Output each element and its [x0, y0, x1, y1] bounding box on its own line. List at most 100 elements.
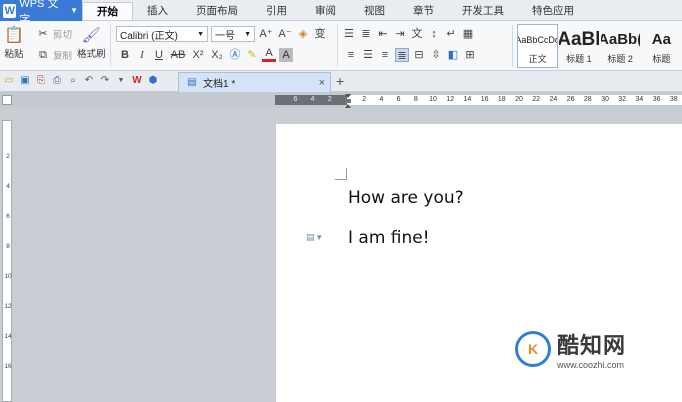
format-painter-button[interactable]: 🖌 格式刷 [77, 26, 106, 60]
menu-tab[interactable]: 视图 [350, 0, 399, 20]
clear-format-icon[interactable]: ◈ [296, 27, 310, 41]
increase-indent-icon[interactable]: ⇥ [393, 27, 407, 41]
distribute-icon[interactable]: ⊟ [412, 48, 426, 62]
style-item[interactable]: AaBl 标题 1 [558, 24, 599, 68]
cut-button[interactable]: ✂ 剪切 [36, 25, 72, 43]
highlight-icon[interactable]: ✎ [245, 48, 259, 62]
char-shading-icon[interactable]: A [279, 48, 293, 62]
clipboard-icon: 📋 [4, 27, 24, 44]
menu-tab[interactable]: 章节 [399, 0, 448, 20]
bullet-list-icon[interactable]: ☰ [342, 27, 356, 41]
ruler-tick-label: 22 [532, 96, 541, 103]
menu-tab[interactable]: 开始 [82, 2, 133, 20]
font-name-select[interactable]: Calibri (正文) ▼ [116, 26, 208, 42]
menu-tab[interactable]: 审阅 [301, 0, 350, 20]
shading-icon[interactable]: ◧ [446, 48, 460, 62]
show-marks-icon[interactable]: ↵ [444, 27, 458, 41]
menu-tab[interactable]: 引用 [252, 0, 301, 20]
strikethrough-button[interactable]: AB [169, 48, 187, 62]
ribbon-divider [110, 25, 111, 67]
align-center-icon[interactable]: ☰ [361, 48, 375, 62]
save-icon[interactable]: ▣ [18, 74, 32, 88]
chevron-down-icon[interactable]: ▼ [114, 74, 128, 88]
ruler-tick-label: 38 [669, 96, 678, 103]
wps-home-icon[interactable]: W [130, 74, 144, 88]
open-folder-icon[interactable]: ▭ [2, 74, 16, 88]
document-line[interactable]: How are you? [348, 188, 464, 208]
menu-tab[interactable]: 页面布局 [182, 0, 252, 20]
cloud-doc-icon[interactable]: ⬢ [146, 74, 160, 88]
quick-access-toolbar: ▭ ▣ ⎘ ⎙ ⌕ ↶ ↷ ▼ W ⬢ [0, 74, 160, 88]
paragraph-row-1: ☰ ≣ ⇤ ⇥ 文 ↕ ↵ ▦ [342, 25, 475, 43]
paragraph-handle-icon[interactable]: ▤ ▾ [306, 232, 322, 243]
text-direction-icon[interactable]: ↕ [427, 27, 441, 41]
scissors-icon: ✂ [38, 28, 48, 40]
watermark: K 酷知网 www.coozhi.com [515, 320, 655, 378]
redo-icon[interactable]: ↷ [98, 74, 112, 88]
ruler-tick-label: 18 [497, 96, 506, 103]
chinese-layout-icon[interactable]: 文 [410, 27, 424, 41]
paste-button[interactable]: 📋 粘贴 [4, 26, 24, 60]
menu-tabs: 开始 插入 页面布局 引用 审阅 视图 章节 开发工具 特色应用 [82, 0, 588, 20]
justify-icon[interactable]: ≣ [395, 48, 409, 62]
ribbon: 📋 粘贴 ✂ 剪切 ⧉ 复制 🖌 格式刷 Calibri (正文) ▼ 一号 ▼… [0, 21, 682, 71]
brush-icon: 🖌 [81, 27, 101, 44]
ruler-tick-label: 10 [429, 96, 437, 103]
align-right-icon[interactable]: ≡ [378, 48, 392, 62]
border-icon[interactable]: ⊞ [463, 48, 477, 62]
paste-label: 粘贴 [4, 49, 24, 60]
watermark-url: www.coozhi.com [557, 360, 625, 370]
menu-tab[interactable]: 特色应用 [518, 0, 588, 20]
print-preview-icon[interactable]: ⌕ [66, 74, 80, 88]
style-sample: AaBl [558, 29, 600, 50]
horizontal-ruler[interactable]: 6 4 2 2 4 6 8 10 12 14 16 18 20 22 24 26 28 30 32 34 36 38 [275, 95, 682, 105]
shrink-font-icon[interactable]: A⁻ [277, 27, 293, 41]
decrease-indent-icon[interactable]: ⇤ [376, 27, 390, 41]
style-item[interactable]: Aa 标题 [641, 24, 682, 68]
new-tab-button[interactable]: + [336, 73, 344, 89]
copy-button[interactable]: ⧉ 复制 [36, 46, 72, 64]
menu-bar: W WPS 文字 ▼ 开始 插入 页面布局 引用 审阅 视图 章节 开发工具 特色应用 [0, 0, 682, 26]
font-size-select[interactable]: 一号 ▼ [211, 26, 255, 42]
styles-gallery: AaBbCcDd 正文 AaBl 标题 1 AaBb(标题 2 Aa 标题 [517, 24, 682, 68]
table-icon[interactable]: ▦ [461, 27, 475, 41]
align-left-icon[interactable]: ≡ [344, 48, 358, 62]
superscript-button[interactable]: X² [190, 48, 206, 62]
underline-button[interactable]: U [152, 48, 166, 62]
menu-tab[interactable]: 开发工具 [448, 0, 518, 20]
paragraph-row-2: ≡ ☰ ≡ ≣ ⊟ ⇳ ◧ ⊞ [344, 46, 477, 64]
bold-button[interactable]: B [118, 48, 132, 62]
menu-tab[interactable]: 插入 [133, 0, 182, 20]
ruler-tick-label: 32 [618, 96, 627, 103]
ruler-tick-label: 4 [379, 96, 384, 103]
chevron-down-icon: ▼ [197, 30, 204, 38]
style-item[interactable]: AaBbCcDd 正文 [517, 24, 559, 68]
line-spacing-icon[interactable]: ⇳ [429, 48, 443, 62]
ruler-tick-label: 12 [4, 303, 12, 310]
numbered-list-icon[interactable]: ≣ [359, 27, 373, 41]
undo-icon[interactable]: ↶ [82, 74, 96, 88]
ruler-tick-label: 2 [327, 96, 332, 103]
print-icon[interactable]: ⎙ [50, 74, 64, 88]
watermark-logo: K [515, 331, 551, 367]
italic-button[interactable]: I [135, 48, 149, 62]
export-pdf-icon[interactable]: ⎘ [34, 74, 48, 88]
document-tab[interactable]: ▤ 文档1 * × [178, 72, 331, 92]
style-name: 正文 [528, 54, 547, 64]
indent-marker[interactable] [345, 94, 351, 108]
font-color-button[interactable]: A [262, 48, 276, 62]
text-effect-icon[interactable]: Ⓐ [228, 48, 242, 62]
phonetic-icon[interactable]: 变 [313, 27, 327, 41]
style-name: 标题 [652, 54, 671, 64]
subscript-button[interactable]: X₂ [209, 48, 225, 62]
style-item[interactable]: AaBb(标题 2 [600, 24, 641, 68]
copy-icon: ⧉ [39, 49, 47, 61]
wps-logo-icon: W [3, 3, 17, 18]
grow-font-icon[interactable]: A⁺ [258, 27, 274, 41]
document-tab-strip: ▭ ▣ ⎘ ⎙ ⌕ ↶ ↷ ▼ W ⬢ ▤ 文档1 * × + [0, 71, 682, 92]
vertical-ruler[interactable]: 2 4 6 8 10 12 14 16 [2, 120, 12, 402]
tab-selector[interactable] [2, 95, 12, 105]
app-menu-button[interactable]: W WPS 文字 ▼ [0, 0, 82, 26]
close-icon[interactable]: × [319, 77, 325, 89]
document-line[interactable]: I am fine! [348, 228, 430, 248]
